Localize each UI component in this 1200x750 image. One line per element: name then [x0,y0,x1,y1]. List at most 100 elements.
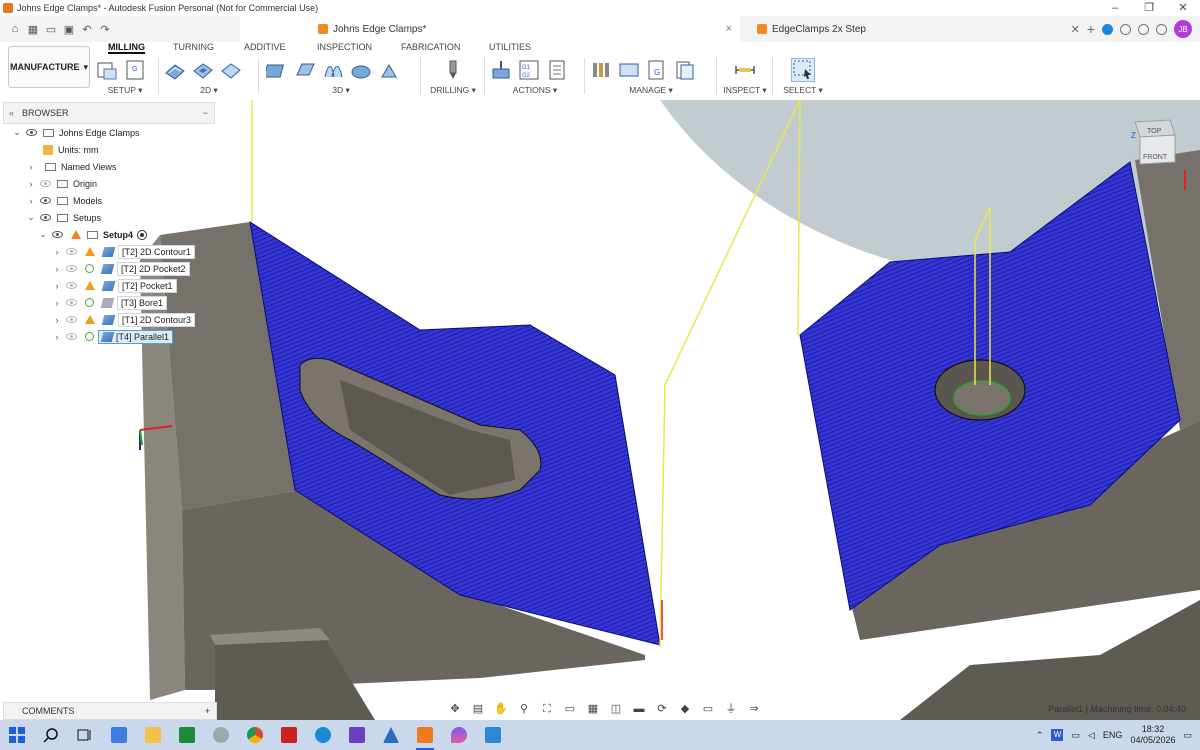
machine-library-icon[interactable] [618,59,640,81]
clock[interactable]: 18:32 04/05/2026 [1130,724,1175,746]
word-tray-icon[interactable]: W [1051,729,1064,741]
expand-arrow-icon[interactable]: › [51,281,63,291]
tab-utilities[interactable]: UTILITIES [489,42,531,52]
avatar[interactable]: JB [1174,20,1192,38]
new-tab-icon[interactable]: + [1087,21,1095,37]
visibility-icon[interactable] [66,247,78,256]
visibility-icon[interactable] [66,332,78,341]
measure-icon[interactable] [734,59,756,81]
job-status-icon[interactable] [1138,23,1149,35]
manage-group-label[interactable]: MANAGE ▾ [590,85,712,96]
select-group-label[interactable]: SELECT ▾ [780,85,826,96]
tool-library-icon[interactable] [590,59,612,81]
orbit-icon[interactable]: ✥ [448,703,462,715]
online-status-icon[interactable] [1102,23,1113,35]
minimize-panel-icon[interactable]: − [203,108,208,118]
tab-johns-edge-clamps[interactable]: Johns Edge Clamps* × [240,16,740,44]
collapse-arrow-icon[interactable]: ⌄ [37,229,49,240]
2d-group-label[interactable]: 2D ▾ [164,85,254,96]
expand-arrow-icon[interactable]: › [25,196,37,206]
2d-pocket-icon[interactable] [192,59,214,81]
3d-group-label[interactable]: 3D ▾ [266,85,416,96]
nc-program-icon[interactable]: G [124,59,146,81]
redo-icon[interactable]: ↷ [96,23,114,36]
notifications-icon[interactable] [1120,23,1131,35]
notifications-icon[interactable]: ▭ [1183,730,1192,741]
simulation-icon[interactable]: ⟳ [655,703,669,715]
select-icon[interactable] [791,58,815,82]
search-icon[interactable] [34,720,68,750]
visibility-icon[interactable] [40,196,52,205]
tab-edgeclamps-2x-step[interactable]: EdgeClamps 2x Step [745,16,1035,42]
grid-icon[interactable]: ▦ [24,23,42,36]
visibility-icon[interactable] [40,213,52,222]
tree-units[interactable]: Units: mm [3,141,215,158]
help-icon[interactable] [1156,23,1167,35]
expand-arrow-icon[interactable]: › [51,298,63,308]
tree-origin[interactable]: › Origin [3,175,215,192]
fusion-taskbar-icon[interactable] [408,720,442,750]
tree-setups[interactable]: ⌄ Setups [3,209,215,226]
media-app-icon[interactable] [340,720,374,750]
template-library-icon[interactable] [674,59,696,81]
setup-sheet-icon[interactable] [546,59,568,81]
collapse-arrow-icon[interactable]: ⌄ [25,212,37,223]
minimize-button[interactable]: – [1098,0,1132,16]
workspace-switcher[interactable]: MANUFACTURE ▾ [8,46,90,88]
expand-arrow-icon[interactable]: › [51,264,63,274]
zoom-icon[interactable]: ⚲ [517,703,531,715]
tool-display-icon[interactable]: ◆ [678,703,692,715]
close-button[interactable]: ✕ [1166,0,1200,16]
display-settings-icon[interactable]: ▭ [563,703,577,715]
contour-3d-icon[interactable] [378,59,400,81]
collapse-panel-icon[interactable]: « [9,108,14,118]
expand-arrow-icon[interactable]: › [51,315,63,325]
adaptive-clearing-icon[interactable] [266,59,288,81]
volume-icon[interactable]: ◁ [1088,730,1095,741]
cad-app-icon[interactable] [374,720,408,750]
network-icon[interactable]: ▭ [1071,730,1080,741]
undo-icon[interactable]: ↶ [78,23,96,36]
tab-milling[interactable]: MILLING [108,42,145,54]
simulate-icon[interactable] [490,59,512,81]
toolpath-display-icon[interactable]: ▭ [701,703,715,715]
tree-op-2d-contour3[interactable]: › [T1] 2D Contour3 [3,311,215,328]
file-explorer-icon[interactable] [136,720,170,750]
pocket-clearing-icon[interactable] [294,59,316,81]
pan-icon[interactable]: ✋ [494,703,508,715]
task-view-icon[interactable] [68,720,102,750]
fit-icon[interactable]: ⛶ [540,703,554,715]
post-library-icon[interactable]: G [646,59,668,81]
expand-arrow-icon[interactable]: › [25,179,37,189]
tree-setup4[interactable]: ⌄ Setup4 [3,226,215,243]
tab-close-icon[interactable]: ✕ [1071,23,1080,36]
paint-app-icon[interactable] [442,720,476,750]
visibility-icon[interactable] [66,264,78,273]
comments-panel[interactable]: COMMENTS + [3,702,217,720]
tree-op-2d-pocket2[interactable]: › [T2] 2D Pocket2 [3,260,215,277]
post-process-icon[interactable]: G1 G2 [518,59,540,81]
visibility-icon[interactable] [66,298,78,307]
expand-arrow-icon[interactable]: › [51,247,63,257]
start-button[interactable] [0,720,34,750]
pdf-reader-icon[interactable] [272,720,306,750]
tab-fabrication[interactable]: FABRICATION [401,42,460,52]
tray-chevron-icon[interactable]: ⌃ [1036,730,1044,741]
save-icon[interactable]: ▣ [60,23,78,36]
tree-named-views[interactable]: › Named Views [3,158,215,175]
tree-op-pocket1[interactable]: › [T2] Pocket1 [3,277,215,294]
visibility-icon[interactable] [26,128,38,137]
filter-icon[interactable]: ⏚ [724,703,738,715]
inspect-group-label[interactable]: INSPECT ▾ [722,85,768,96]
tab-turning[interactable]: TURNING [173,42,214,52]
viewports-icon[interactable]: ◫ [609,703,623,715]
grid-settings-icon[interactable]: ▦ [586,703,600,715]
visibility-icon[interactable] [66,281,78,290]
activate-setup-icon[interactable] [137,229,148,240]
tab-inspection[interactable]: INSPECTION [317,42,372,52]
maximize-button[interactable]: ❐ [1132,0,1166,16]
actions-group-label[interactable]: ACTIONS ▾ [490,85,580,96]
chrome-icon[interactable] [238,720,272,750]
steep-shallow-icon[interactable] [322,59,344,81]
visibility-icon[interactable] [66,315,78,324]
